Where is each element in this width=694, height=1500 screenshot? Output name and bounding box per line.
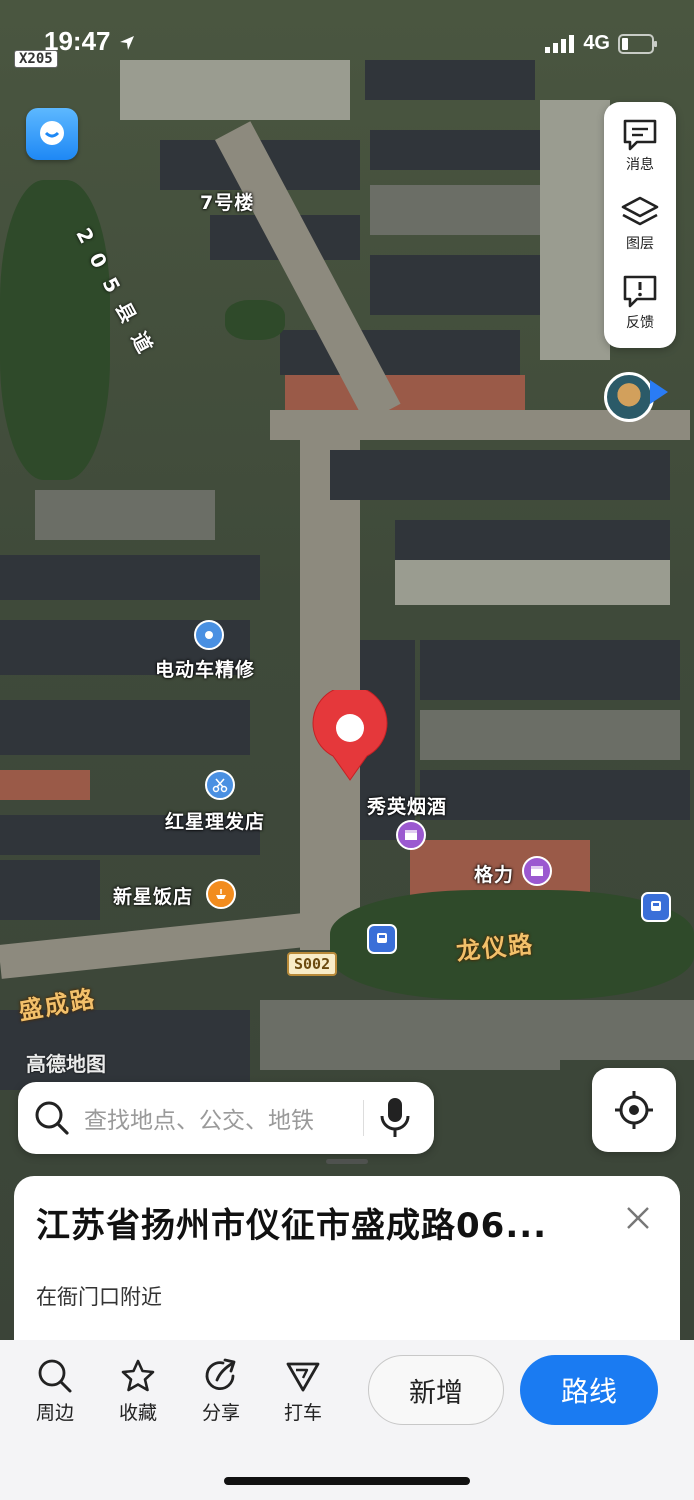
building	[330, 450, 670, 500]
label-barber[interactable]: 红星理发店	[165, 807, 265, 834]
home-indicator[interactable]	[224, 1477, 470, 1485]
sheet-drag-handle[interactable]	[326, 1159, 368, 1164]
building	[0, 555, 260, 600]
feedback-label: 反馈	[626, 314, 654, 331]
search-icon	[35, 1101, 69, 1135]
road-shield-s002: S002	[287, 952, 338, 976]
building	[560, 1000, 694, 1060]
nearby-label: 周边	[35, 1402, 74, 1424]
messages-button[interactable]: 消息	[621, 118, 659, 174]
shop-icon[interactable]	[396, 820, 426, 850]
search-bar[interactable]: 查找地点、公交、地铁	[18, 1082, 434, 1154]
feedback-icon	[623, 275, 657, 307]
network-type: 4G	[583, 32, 610, 54]
messages-label: 消息	[626, 157, 654, 174]
label-restaurant[interactable]: 新星饭店	[113, 882, 193, 909]
amap-logo-icon[interactable]	[26, 108, 78, 160]
crosshair-icon	[615, 1091, 653, 1129]
taxi-button[interactable]: 打车	[273, 1358, 333, 1425]
share-label: 分享	[201, 1402, 240, 1424]
nearby-button[interactable]: 周边	[25, 1358, 85, 1425]
building	[370, 185, 540, 235]
trees	[225, 300, 285, 340]
bus-stop-icon[interactable]	[367, 924, 397, 954]
building	[0, 700, 250, 755]
location-pin-icon[interactable]	[194, 620, 224, 650]
label-ev-repair[interactable]: 电动车精修	[155, 655, 255, 682]
heading-arrow-icon	[650, 380, 668, 404]
taxi-icon	[286, 1362, 320, 1392]
place-subtitle: 在衙门口附近	[36, 1285, 162, 1309]
label-tobacco[interactable]: 秀英烟酒	[367, 792, 447, 819]
search-input[interactable]: 查找地点、公交、地铁	[84, 1101, 363, 1135]
layers-label: 图层	[626, 235, 654, 252]
building	[35, 490, 215, 540]
signal-icon	[545, 34, 575, 53]
building	[370, 130, 540, 170]
building	[395, 520, 670, 560]
road-shield-x205: X205	[14, 50, 58, 68]
star-icon	[121, 1359, 155, 1392]
bus-stop-icon[interactable]	[641, 892, 671, 922]
building	[0, 770, 90, 800]
place-card: 江苏省扬州市仪征市盛成路06... 在衙门口附近	[14, 1176, 680, 1366]
road	[0, 911, 321, 979]
microphone-icon[interactable]	[378, 1096, 412, 1140]
building	[540, 100, 610, 360]
layers-button[interactable]: 图层	[620, 195, 660, 253]
label-building-7: 7号楼	[200, 192, 255, 214]
add-button[interactable]: 新增	[368, 1355, 504, 1425]
building	[365, 60, 535, 100]
location-arrow-icon	[119, 36, 134, 51]
taxi-label: 打车	[283, 1402, 322, 1424]
building	[420, 770, 690, 820]
building	[260, 1000, 560, 1070]
map-toolbar: 消息 图层 反馈	[604, 102, 676, 348]
building	[395, 560, 670, 605]
route-button[interactable]: 路线	[520, 1355, 658, 1425]
battery-icon	[618, 33, 657, 54]
user-avatar[interactable]	[604, 372, 654, 422]
shop-icon[interactable]	[522, 856, 552, 886]
message-icon	[623, 120, 657, 151]
amap-watermark: 高德地图	[26, 1052, 106, 1076]
share-button[interactable]: 分享	[191, 1358, 251, 1425]
locate-me-button[interactable]	[592, 1068, 676, 1152]
layers-icon	[621, 196, 659, 226]
building	[285, 375, 525, 413]
building	[420, 640, 680, 700]
share-icon	[205, 1358, 236, 1391]
building	[420, 710, 680, 760]
close-icon[interactable]	[624, 1204, 652, 1232]
restaurant-icon[interactable]	[206, 879, 236, 909]
selected-location-marker-icon[interactable]	[311, 690, 389, 782]
search-icon	[38, 1359, 72, 1393]
favorite-label: 收藏	[118, 1402, 157, 1424]
building	[0, 860, 100, 920]
favorite-button[interactable]: 收藏	[108, 1358, 168, 1425]
place-title: 江苏省扬州市仪征市盛成路06...	[36, 1206, 548, 1246]
building	[370, 255, 550, 315]
action-bar: 周边 收藏 分享 打车 新增 路线	[0, 1340, 694, 1500]
feedback-button[interactable]: 反馈	[621, 274, 659, 332]
status-time: 19:47	[44, 26, 136, 57]
building	[120, 60, 350, 120]
scissors-icon[interactable]	[205, 770, 235, 800]
building	[280, 330, 520, 375]
label-gree[interactable]: 格力	[474, 860, 514, 887]
divider	[363, 1100, 364, 1136]
status-indicators: 4G	[545, 32, 658, 55]
